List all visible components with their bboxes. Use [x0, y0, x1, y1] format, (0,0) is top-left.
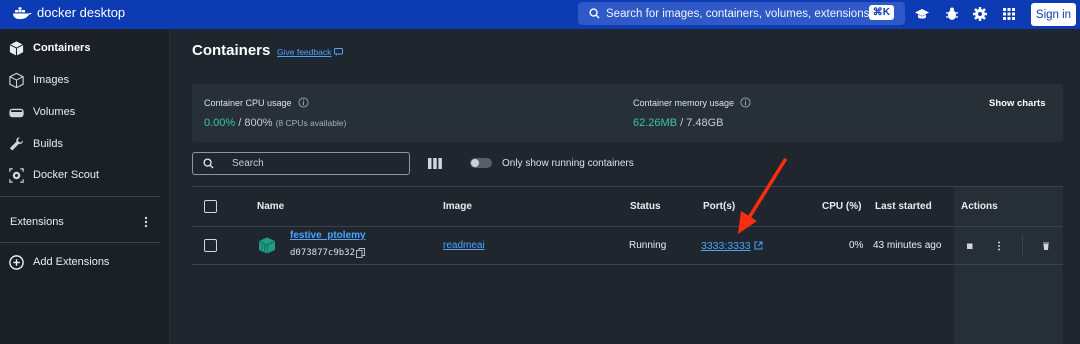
- select-all-checkbox[interactable]: [204, 200, 217, 213]
- copy-icon[interactable]: [356, 248, 365, 258]
- sidebar-item-label: Docker Scout: [33, 169, 100, 181]
- give-feedback-link[interactable]: Give feedback: [277, 47, 344, 57]
- feedback-icon: [334, 48, 344, 56]
- sidebar-divider: [0, 196, 160, 197]
- column-header-cpu[interactable]: CPU (%): [822, 201, 861, 212]
- extensions-heading: Extensions: [10, 216, 64, 228]
- info-icon[interactable]: [740, 97, 751, 108]
- running-only-toggle[interactable]: [470, 158, 492, 168]
- column-header-image[interactable]: Image: [443, 201, 472, 212]
- add-extensions-button[interactable]: Add Extensions: [0, 250, 170, 274]
- bug-icon[interactable]: [944, 6, 960, 22]
- image-icon: [9, 72, 24, 88]
- column-header-ports[interactable]: Port(s): [703, 201, 735, 212]
- stop-icon[interactable]: [963, 239, 977, 253]
- docker-logo: docker desktop: [12, 5, 125, 20]
- sidebar-item-label: Containers: [33, 42, 91, 54]
- plus-circle-icon: [9, 254, 24, 270]
- status-text: Running: [629, 240, 667, 251]
- column-header-status[interactable]: Status: [630, 201, 661, 212]
- sidebar-item-builds[interactable]: Builds: [0, 132, 170, 156]
- cpu-usage-total: / 800%: [235, 117, 273, 129]
- search-icon: [203, 158, 214, 169]
- annotation-arrow-icon: [738, 158, 787, 234]
- column-header-actions: Actions: [961, 201, 998, 212]
- cpu-usage-percent: 0.00%: [204, 117, 236, 129]
- sidebar-item-containers[interactable]: Containers: [0, 36, 170, 60]
- container-name-link[interactable]: festive_ptolemy: [290, 230, 366, 241]
- search-icon: [589, 8, 600, 19]
- column-header-last-started[interactable]: Last started: [875, 201, 932, 212]
- give-feedback-label: Give feedback: [277, 47, 332, 57]
- sidebar-item-docker-scout[interactable]: Docker Scout: [0, 163, 170, 187]
- extensions-menu-icon[interactable]: [143, 216, 149, 230]
- top-bar: docker desktop Search for images, contai…: [0, 0, 1080, 29]
- sidebar-item-label: Builds: [33, 138, 63, 150]
- brand-name: docker desktop: [37, 5, 126, 20]
- learn-icon[interactable]: [914, 6, 930, 22]
- actions-divider: [1022, 235, 1023, 257]
- sidebar-item-label: Images: [33, 74, 70, 86]
- sidebar-divider: [0, 242, 160, 243]
- external-link-icon[interactable]: [754, 241, 763, 250]
- sidebar: Containers Images Volumes Builds Docker …: [0, 29, 170, 344]
- global-search[interactable]: Search for images, containers, volumes, …: [578, 2, 905, 25]
- gear-icon[interactable]: [972, 6, 988, 22]
- memory-usage-amount: 62.26MB: [633, 117, 678, 129]
- image-link[interactable]: readmeai: [443, 240, 485, 251]
- scout-icon: [9, 167, 24, 183]
- search-shortcut-badge: ⌘K: [868, 5, 894, 20]
- column-header-name[interactable]: Name: [257, 201, 284, 212]
- container-search-input[interactable]: [232, 158, 392, 169]
- last-started: 43 minutes ago: [873, 240, 942, 251]
- page-title: Containers: [192, 42, 271, 59]
- memory-usage-total: / 7.48GB: [677, 117, 724, 129]
- container-running-icon: [258, 237, 276, 254]
- container-id: d073877c9b32: [290, 248, 356, 258]
- cpu-count-note: (8 CPUs available): [275, 118, 347, 128]
- show-charts-button[interactable]: Show charts: [989, 98, 1046, 109]
- row-checkbox[interactable]: [204, 239, 217, 252]
- sign-in-button[interactable]: Sign in: [1031, 3, 1076, 26]
- cpu-usage-label: Container CPU usage: [204, 97, 309, 108]
- trash-icon[interactable]: [1039, 239, 1053, 253]
- sidebar-item-label: Volumes: [33, 106, 76, 118]
- container-search[interactable]: [192, 152, 410, 175]
- wrench-icon: [9, 136, 23, 150]
- port-link[interactable]: 3333:3333: [701, 240, 751, 252]
- whale-icon: [13, 6, 32, 19]
- volume-icon: [9, 108, 24, 117]
- apps-grid-icon[interactable]: [1001, 6, 1017, 22]
- columns-icon[interactable]: [428, 158, 442, 169]
- table-row-border: [192, 264, 1063, 265]
- more-options-icon[interactable]: [992, 239, 1006, 253]
- sidebar-item-volumes[interactable]: Volumes: [0, 100, 170, 124]
- table-top-border: [192, 186, 1063, 187]
- running-only-label: Only show running containers: [502, 158, 634, 169]
- usage-stats-card: Container CPU usage 0.00% / 800% (8 CPUs…: [192, 84, 1063, 142]
- container-icon: [9, 40, 24, 56]
- table-header-border: [192, 226, 1063, 227]
- info-icon[interactable]: [298, 97, 309, 108]
- memory-usage-label: Container memory usage: [633, 97, 751, 108]
- memory-usage-value: 62.26MB / 7.48GB: [633, 117, 724, 129]
- global-search-placeholder: Search for images, containers, volumes, …: [606, 7, 889, 20]
- sidebar-item-images[interactable]: Images: [0, 68, 170, 92]
- add-extensions-label: Add Extensions: [33, 256, 110, 268]
- cpu-usage-value: 0.00% / 800% (8 CPUs available): [204, 117, 346, 129]
- cpu-percent: 0%: [849, 240, 864, 251]
